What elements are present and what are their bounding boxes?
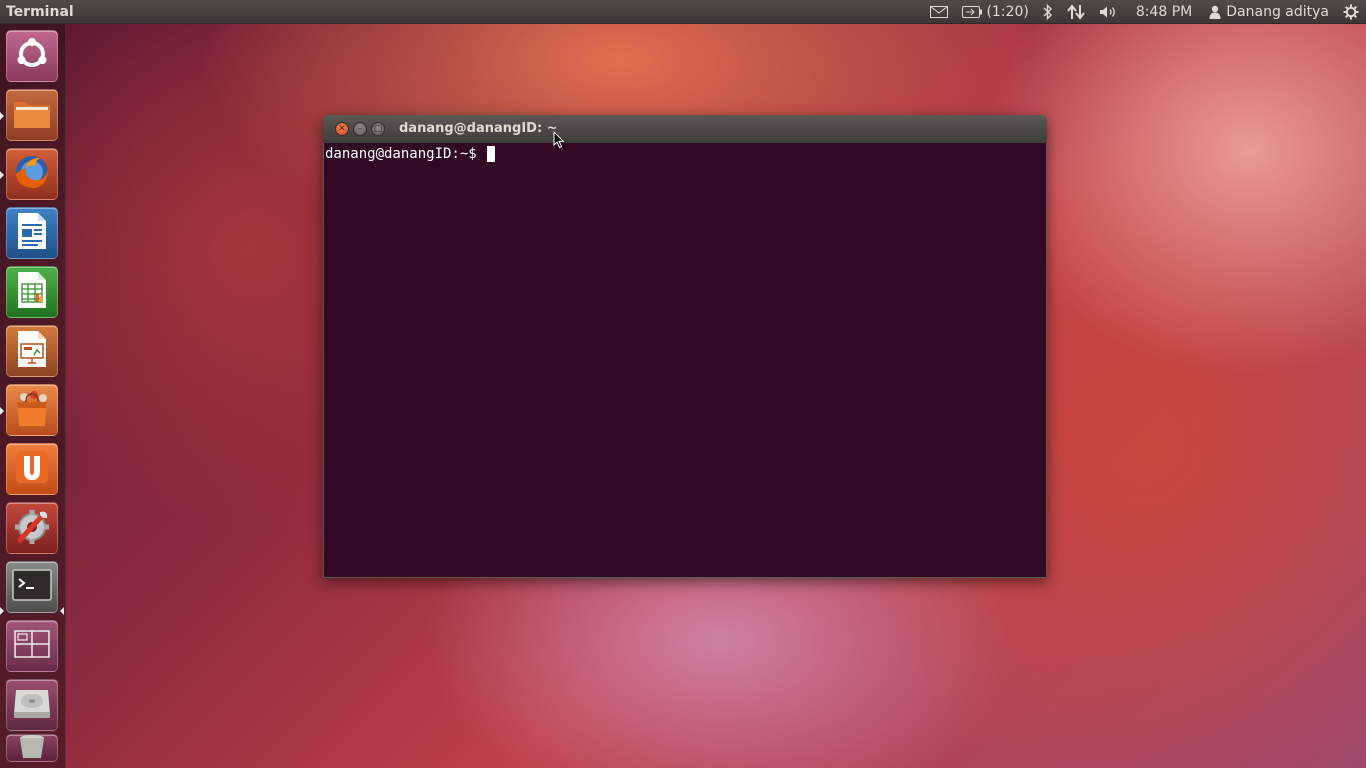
network-icon[interactable] xyxy=(1060,0,1092,24)
shell-prompt: danang@danangID:~$ xyxy=(325,146,486,162)
settings-icon[interactable] xyxy=(1336,0,1366,24)
settings-tools-icon xyxy=(12,506,52,550)
running-indicator xyxy=(0,112,4,120)
close-button[interactable]: ✕ xyxy=(335,122,349,136)
launcher xyxy=(0,24,66,768)
workspace-icon xyxy=(14,630,50,662)
launcher-terminal[interactable] xyxy=(6,561,58,613)
software-center-icon xyxy=(12,388,52,432)
running-indicator xyxy=(0,407,4,415)
bluetooth-icon[interactable] xyxy=(1036,0,1060,24)
launcher-trash[interactable] xyxy=(6,734,58,762)
launcher-files[interactable] xyxy=(6,89,58,141)
launcher-software-center[interactable] xyxy=(6,384,58,436)
terminal-icon xyxy=(12,569,52,605)
running-indicator xyxy=(0,171,4,179)
active-indicator xyxy=(60,607,64,615)
battery-icon xyxy=(962,5,983,18)
launcher-libreoffice-writer[interactable] xyxy=(6,207,58,259)
text-cursor xyxy=(487,146,496,162)
user-menu[interactable]: Danang aditya xyxy=(1202,0,1336,24)
window-title: danang@danangID: ~ xyxy=(399,121,558,136)
firefox-icon xyxy=(12,152,52,196)
volume-icon[interactable] xyxy=(1092,0,1126,24)
mouse-pointer-icon xyxy=(553,130,565,153)
ubuntu-logo-icon xyxy=(15,37,49,75)
indicator-area: (1:20) 8:48 PM Danang aditya xyxy=(923,0,1366,24)
writer-icon xyxy=(16,212,48,254)
user-icon xyxy=(1209,5,1221,19)
minimize-icon: – xyxy=(357,123,363,134)
launcher-libreoffice-calc[interactable] xyxy=(6,266,58,318)
folder-icon xyxy=(12,96,52,134)
maximize-button[interactable]: □ xyxy=(371,122,385,136)
top-panel: Terminal (1:20) 8:48 PM Danang aditya xyxy=(0,0,1366,24)
hard-drive-icon xyxy=(12,686,52,724)
battery-time: (1:20) xyxy=(986,3,1029,20)
mail-icon[interactable] xyxy=(923,0,955,24)
ubuntu-one-icon xyxy=(14,449,50,489)
trash-icon xyxy=(17,734,47,762)
launcher-dash-home[interactable] xyxy=(6,30,58,82)
launcher-firefox[interactable] xyxy=(6,148,58,200)
impress-icon xyxy=(16,330,48,372)
user-name: Danang aditya xyxy=(1226,3,1329,20)
running-indicator xyxy=(0,607,4,615)
terminal-window: ✕ – □ danang@danangID: ~ danang@danangID… xyxy=(323,115,1047,578)
prompt-line: danang@danangID:~$ xyxy=(325,146,1045,162)
calc-icon xyxy=(16,271,48,313)
maximize-icon: □ xyxy=(373,123,383,134)
launcher-system-settings[interactable] xyxy=(6,502,58,554)
launcher-workspace-switcher[interactable] xyxy=(6,620,58,672)
battery-indicator[interactable]: (1:20) xyxy=(955,0,1035,24)
app-title: Terminal xyxy=(6,3,74,20)
terminal-area[interactable]: danang@danangID:~$ xyxy=(323,143,1047,578)
launcher-drive[interactable] xyxy=(6,679,58,731)
launcher-ubuntu-one[interactable] xyxy=(6,443,58,495)
close-icon: ✕ xyxy=(338,123,346,134)
minimize-button[interactable]: – xyxy=(353,122,367,136)
window-titlebar[interactable]: ✕ – □ danang@danangID: ~ xyxy=(323,115,1047,143)
clock[interactable]: 8:48 PM xyxy=(1126,0,1202,24)
launcher-libreoffice-impress[interactable] xyxy=(6,325,58,377)
